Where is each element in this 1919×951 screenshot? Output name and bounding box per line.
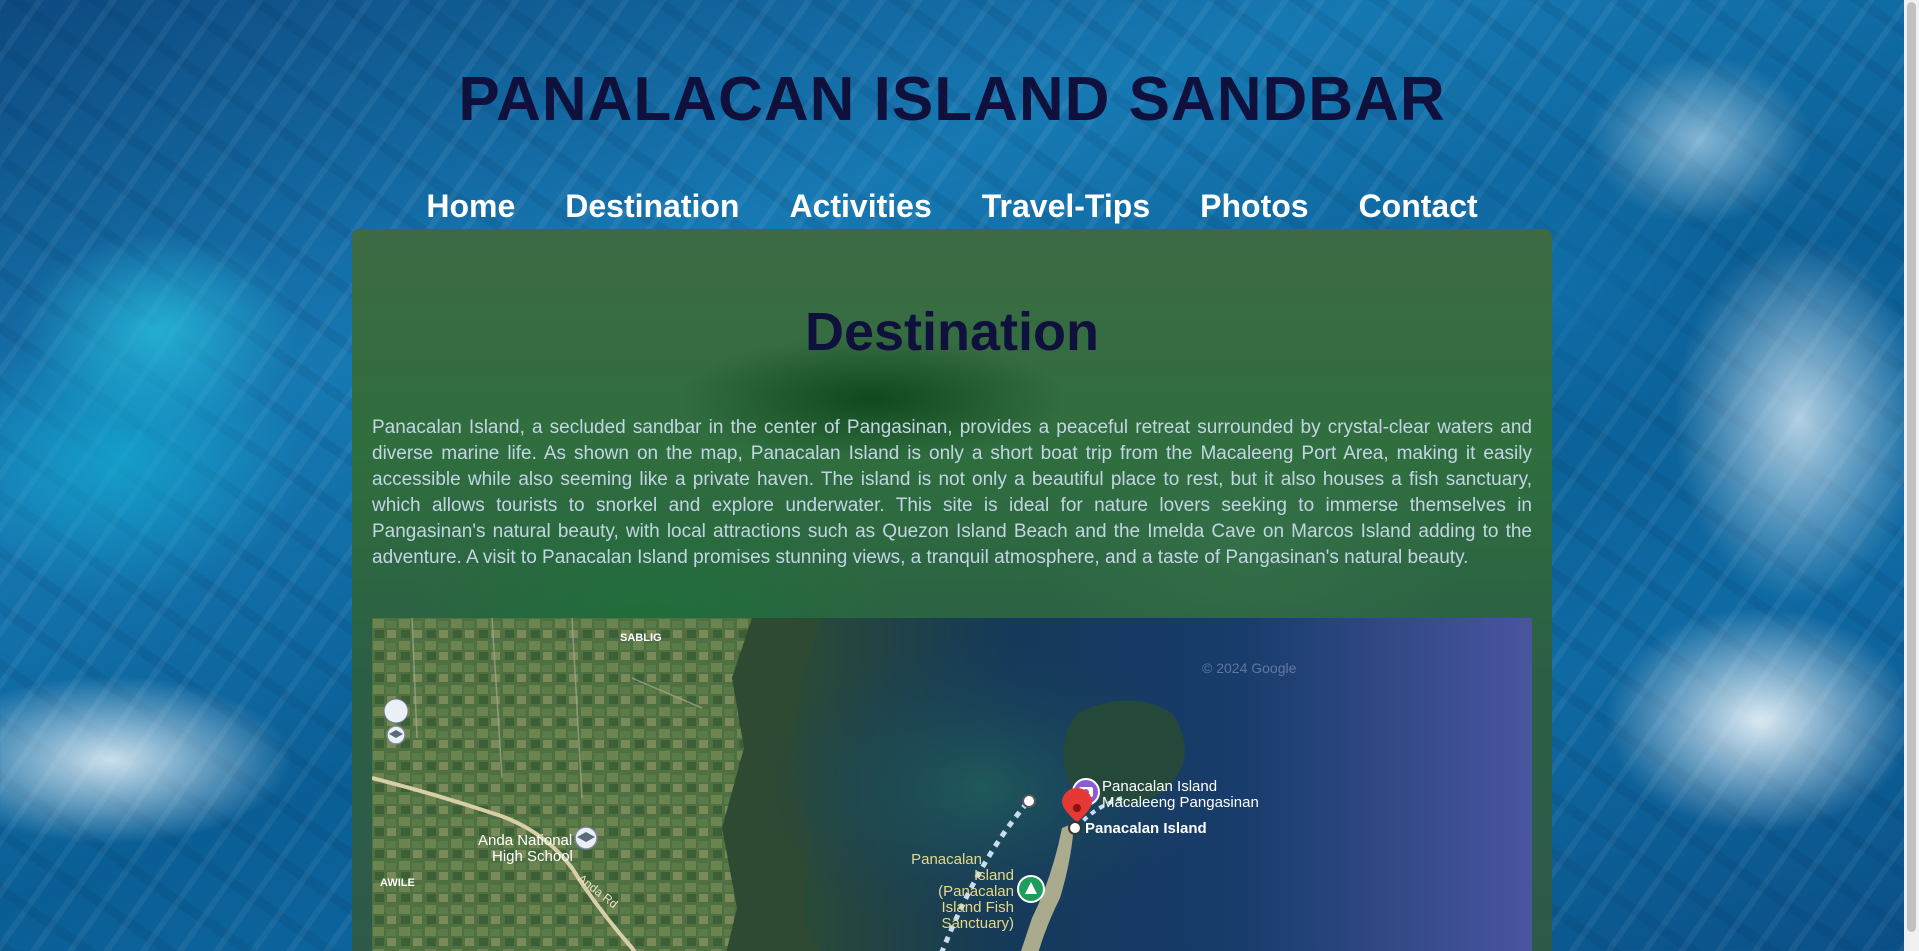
scrollbar-thumb[interactable] (1907, 2, 1916, 932)
map-label-sanctuary-line1: Panacalan (911, 851, 982, 868)
map-label-sanctuary-line3: (Panacalan (938, 883, 1014, 900)
nav-photos-link[interactable]: Photos (1200, 184, 1308, 228)
school-marker-anda[interactable] (574, 826, 598, 850)
map-label-sablig: SABLIG (620, 632, 662, 644)
map-label-place-line1: Panacalan Island (1102, 778, 1217, 795)
destination-description: Panacalan Island, a secluded sandbar in … (372, 417, 1532, 568)
map-label-place-line2: Macaleeng Pangasinan (1102, 794, 1259, 811)
park-marker[interactable] (1017, 875, 1045, 903)
map-label-awile: AWILE (380, 877, 415, 889)
map-image[interactable]: SABLIG AWILE Anda National High School A… (372, 618, 1532, 951)
site-title: PANALACAN ISLAND SANDBAR (458, 65, 1446, 134)
farmland-area (372, 618, 752, 951)
destination-panel: Destination Panacalan Island, a secluded… (352, 229, 1552, 951)
map-label-sanctuary-line5: Sanctuary) (941, 915, 1014, 932)
map-label-school-line1: Anda National (478, 832, 572, 849)
map-copyright: © 2024 Google (1202, 660, 1297, 676)
map-label-school-line2: High School (492, 848, 573, 865)
map-label-sanctuary-line2: Island (974, 867, 1014, 884)
route-waypoint (1022, 794, 1036, 808)
section-heading: Destination (804, 302, 1100, 362)
map-label-sanctuary-line4: Island Fish (941, 899, 1014, 916)
nav-travel-tips-link[interactable]: Travel-Tips (982, 184, 1150, 228)
page-scrollbar[interactable] (1904, 0, 1919, 951)
nav-destination-link[interactable]: Destination (565, 184, 739, 228)
map-label-island: Panacalan Island (1085, 820, 1207, 837)
satellite-map: SABLIG AWILE Anda National High School A… (372, 618, 1297, 951)
nav-activities-link[interactable]: Activities (789, 184, 931, 228)
main-nav: Home Destination Activities Travel-Tips … (0, 184, 1904, 228)
nav-home-link[interactable]: Home (426, 184, 515, 228)
nav-contact-link[interactable]: Contact (1359, 184, 1478, 228)
island-point-marker (1068, 821, 1082, 835)
